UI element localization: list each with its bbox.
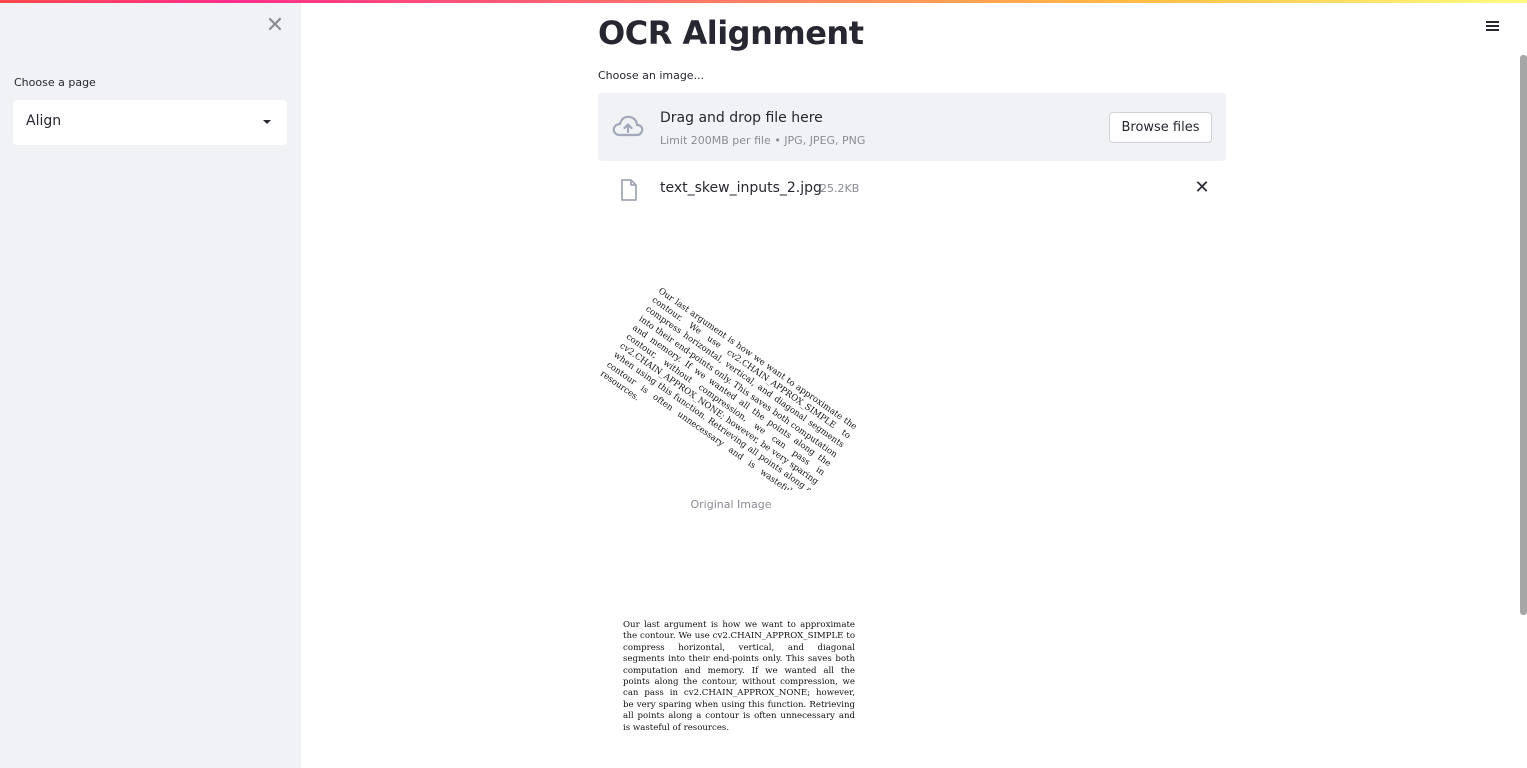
file-icon: [621, 179, 637, 201]
browse-files-button[interactable]: Browse files: [1109, 112, 1212, 143]
page-select-value: Align: [26, 113, 62, 129]
uploaded-file-row: text_skew_inputs_2.jpg 25.2KB ✕: [598, 172, 1226, 206]
aligned-image: Our last argument is how we want to appr…: [598, 615, 864, 730]
sidebar: ✕ Choose a page Align: [0, 0, 301, 768]
page-select-label: Choose a page: [14, 76, 96, 89]
cloud-upload-icon: [612, 115, 644, 137]
page-select[interactable]: Align: [13, 100, 287, 145]
page-title: OCR Alignment: [598, 14, 864, 52]
original-image-caption: Original Image: [690, 498, 772, 511]
sidebar-close-icon[interactable]: ✕: [264, 15, 286, 37]
uploader-label: Choose an image...: [598, 69, 705, 82]
original-image-text: Our last argument is how we want to appr…: [598, 286, 859, 490]
dropzone-title: Drag and drop file here: [660, 110, 823, 126]
hamburger-menu-icon[interactable]: [1484, 19, 1502, 36]
page-scrollbar[interactable]: [1520, 55, 1527, 615]
delete-file-close-icon[interactable]: ✕: [1192, 178, 1212, 198]
header-decoration-stripe: [0, 0, 1527, 3]
file-dropzone[interactable]: Drag and drop file here Limit 200MB per …: [598, 93, 1226, 161]
caret-down-icon: [263, 120, 271, 124]
dropzone-limit-text: Limit 200MB per file • JPG, JPEG, PNG: [660, 134, 866, 147]
uploaded-file-size: 25.2KB: [820, 182, 860, 195]
aligned-image-text: Our last argument is how we want to appr…: [623, 620, 855, 730]
original-image: Our last argument is how we want to appr…: [598, 225, 864, 490]
uploaded-file-name: text_skew_inputs_2.jpg: [660, 180, 822, 196]
